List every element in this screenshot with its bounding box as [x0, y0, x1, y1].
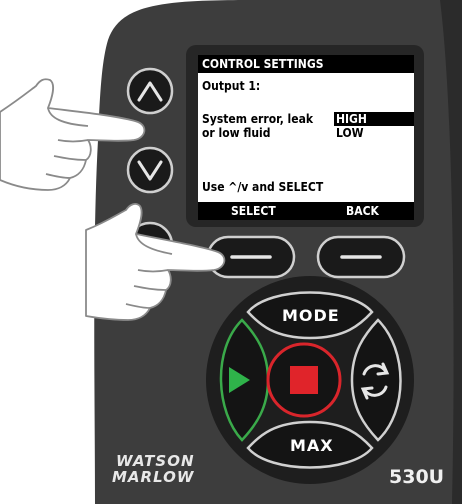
lcd-screen: CONTROL SETTINGS Output 1: System error,… [198, 55, 414, 220]
model-label: 530U [389, 466, 445, 488]
softkey-label-bar: SELECT BACK [198, 202, 414, 220]
option-high-selected[interactable]: HIGH [334, 112, 414, 126]
softkey-right-button[interactable] [316, 235, 406, 279]
condition-line-1: System error, leak [202, 112, 314, 126]
pump-front-panel: CONTROL SETTINGS Output 1: System error,… [0, 0, 462, 504]
stop-icon [290, 366, 318, 394]
softkey-left-label: SELECT [231, 204, 276, 218]
screen-title: CONTROL SETTINGS [198, 55, 414, 73]
instruction-text: Use ^/v and SELECT [202, 180, 324, 194]
down-button[interactable] [126, 146, 174, 194]
max-label: MAX [290, 436, 334, 455]
brand-logo-line2: MARLOW [112, 468, 195, 486]
option-low[interactable]: LOW [336, 126, 364, 140]
softkey-right-label: BACK [346, 204, 379, 218]
mode-label: MODE [282, 306, 340, 325]
output-label: Output 1: [202, 79, 261, 93]
up-button[interactable] [126, 67, 174, 115]
condition-line-2: or low fluid [202, 126, 271, 140]
